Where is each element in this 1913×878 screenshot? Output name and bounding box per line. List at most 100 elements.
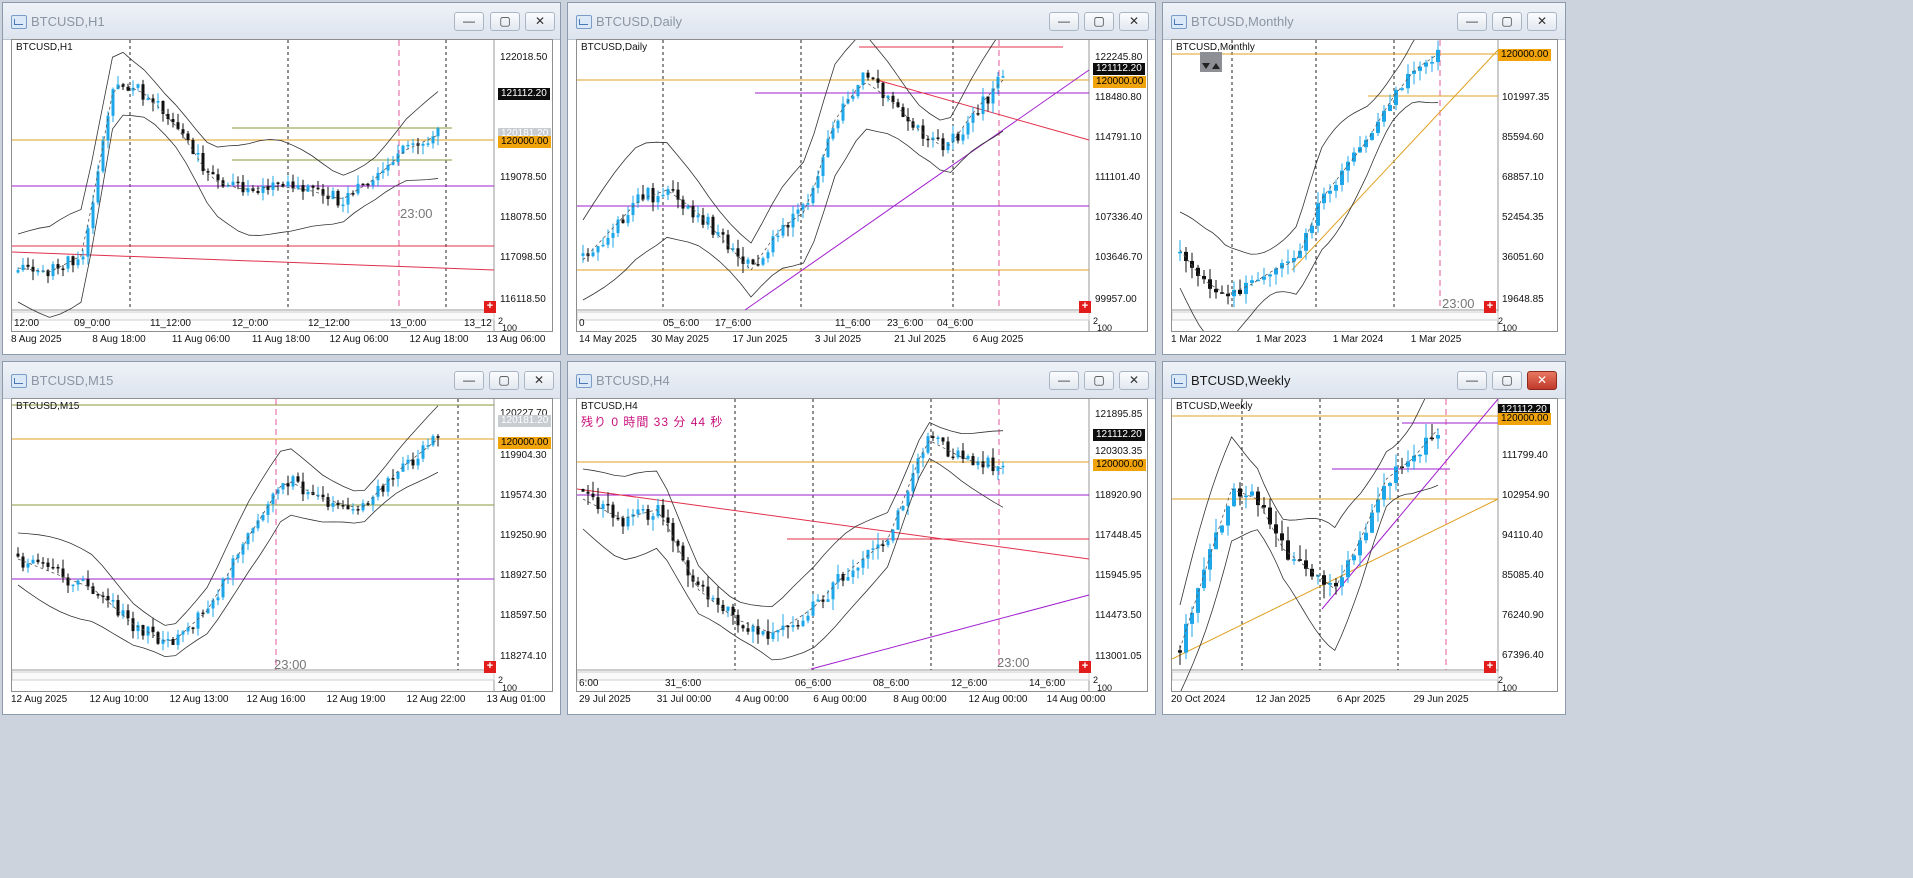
minimize-button[interactable]: —: [454, 371, 484, 390]
sell-arrow-icon[interactable]: [1202, 63, 1210, 69]
price-chart[interactable]: [577, 40, 1148, 332]
price-chart[interactable]: [12, 40, 553, 332]
close-button[interactable]: ✕: [525, 12, 555, 31]
candle-body: [1001, 76, 1005, 78]
close-button[interactable]: ✕: [1119, 12, 1149, 31]
price-chart[interactable]: [12, 399, 553, 692]
add-indicator-button[interactable]: +: [1484, 301, 1496, 313]
close-button[interactable]: ✕: [1527, 371, 1557, 390]
inner-time-label: 08_6:00: [873, 678, 910, 689]
add-indicator-button[interactable]: +: [1484, 661, 1496, 673]
candle-body: [666, 189, 670, 195]
maximize-button[interactable]: ▢: [1492, 12, 1522, 31]
candle-body: [711, 216, 715, 235]
minimize-button[interactable]: —: [1457, 12, 1487, 31]
maximize-button[interactable]: ▢: [490, 12, 520, 31]
candle-body: [1328, 190, 1332, 194]
candle-body: [16, 553, 20, 557]
candle-body: [421, 143, 425, 146]
window-titlebar[interactable]: BTCUSD,Daily — ▢ ✕: [568, 3, 1155, 40]
candle-body: [1292, 559, 1296, 561]
minimize-button[interactable]: —: [1457, 371, 1487, 390]
price-chart[interactable]: [1172, 40, 1558, 332]
chart-window-daily[interactable]: BTCUSD,Daily — ▢ ✕ BTCUSD,Daily + 122245…: [567, 2, 1156, 355]
buy-arrow-icon[interactable]: [1212, 63, 1220, 69]
add-indicator-button[interactable]: +: [1079, 661, 1091, 673]
chart-window-weekly[interactable]: BTCUSD,Weekly — ▢ ✕ BTCUSD,Weekly + 1211…: [1162, 361, 1566, 715]
trend-line: [12, 251, 495, 271]
minimize-button[interactable]: —: [1049, 12, 1079, 31]
window-titlebar[interactable]: BTCUSD,Weekly — ▢ ✕: [1163, 362, 1565, 399]
time-axis: 12 Aug 2025 12 Aug 10:00 12 Aug 13:00 12…: [11, 694, 553, 710]
add-indicator-button[interactable]: +: [1079, 301, 1091, 313]
chart-area[interactable]: BTCUSD,H1 23:00 + 121112.20 120181.20 12…: [11, 39, 553, 332]
moving-average-line: [1179, 428, 1439, 650]
chart-area[interactable]: BTCUSD,Monthly 23:00 + 120000.00 101997.…: [1171, 39, 1558, 332]
candle-body: [1268, 274, 1272, 277]
inner-time-label: 31_6:00: [665, 678, 702, 689]
candle-body: [821, 599, 825, 602]
chart-window-h4[interactable]: BTCUSD,H4 — ▢ ✕ BTCUSD,H4 残り 0 時間 33 分 4…: [567, 361, 1156, 715]
candle-body: [151, 626, 155, 633]
candle-body: [716, 232, 720, 235]
candle-body: [606, 503, 610, 506]
candle-body: [1250, 280, 1254, 283]
time-axis-label: 12 Aug 16:00: [246, 694, 306, 705]
session-time-watermark: 23:00: [274, 657, 307, 672]
price-axis-label: 117448.45: [1095, 530, 1142, 541]
chart-area[interactable]: BTCUSD,Weekly + 121112.20 120000.00 1117…: [1171, 398, 1558, 692]
price-chart[interactable]: [1172, 399, 1558, 692]
price-axis-label: 68857.10: [1502, 172, 1544, 183]
chart-window-icon: [1171, 15, 1187, 29]
chart-area[interactable]: BTCUSD,M15 23:00 + 120227.70 120181.20 1…: [11, 398, 553, 692]
candle-body: [431, 136, 435, 144]
maximize-button[interactable]: ▢: [1084, 371, 1114, 390]
maximize-button[interactable]: ▢: [489, 371, 519, 390]
candle-body: [771, 632, 775, 639]
candle-body: [411, 143, 415, 145]
window-titlebar[interactable]: BTCUSD,H4 — ▢ ✕: [568, 362, 1155, 399]
candle-body: [891, 95, 895, 103]
candle-body: [96, 171, 100, 203]
candle-body: [216, 174, 220, 181]
chart-window-monthly[interactable]: BTCUSD,Monthly — ▢ ✕ BTCUSD,Monthly 23:0…: [1162, 2, 1566, 355]
chart-area[interactable]: BTCUSD,H4 残り 0 時間 33 分 44 秒 23:00 + 1218…: [576, 398, 1148, 692]
level-price-tag: 120000.00: [498, 136, 552, 148]
minimize-button[interactable]: —: [454, 12, 484, 31]
candle-body: [1208, 279, 1212, 289]
window-titlebar[interactable]: BTCUSD,Monthly — ▢ ✕: [1163, 3, 1565, 40]
maximize-button[interactable]: ▢: [1084, 12, 1114, 31]
candle-body: [91, 586, 95, 594]
candle-body: [1436, 435, 1440, 439]
window-titlebar[interactable]: BTCUSD,M15 — ▢ ✕: [3, 362, 560, 399]
price-axis-label: 76240.90: [1502, 610, 1544, 621]
candle-body: [26, 563, 30, 568]
candle-body: [751, 626, 755, 632]
candle-body: [591, 252, 595, 257]
bollinger-lower-band: [1179, 101, 1439, 331]
chart-window-m15[interactable]: BTCUSD,M15 — ▢ ✕ BTCUSD,M15 23:00 + 1202…: [2, 361, 561, 715]
candle-body: [61, 268, 65, 271]
time-axis-label: 1 Mar 2024: [1332, 334, 1384, 345]
window-titlebar[interactable]: BTCUSD,H1 — ▢ ✕: [3, 3, 560, 40]
price-chart[interactable]: [577, 399, 1148, 692]
candle-body: [296, 185, 300, 189]
candle-body: [231, 181, 235, 186]
one-click-trading-panel[interactable]: [1200, 52, 1222, 72]
close-button[interactable]: ✕: [524, 371, 554, 390]
inner-time-label: 23_6:00: [887, 318, 924, 329]
candle-body: [196, 612, 200, 629]
close-button[interactable]: ✕: [1119, 371, 1149, 390]
maximize-button[interactable]: ▢: [1492, 371, 1522, 390]
candle-body: [936, 437, 940, 440]
candle-body: [871, 77, 875, 80]
add-indicator-button[interactable]: +: [484, 661, 496, 673]
add-indicator-button[interactable]: +: [484, 301, 496, 313]
chart-area[interactable]: BTCUSD,Daily + 122245.80 121112.20 12000…: [576, 39, 1148, 332]
close-button[interactable]: ✕: [1527, 12, 1557, 31]
candle-body: [921, 452, 925, 459]
chart-window-h1[interactable]: BTCUSD,H1 — ▢ ✕ BTCUSD,H1 23:00 + 121112…: [2, 2, 561, 355]
candle-body: [1208, 549, 1212, 570]
inner-time-label: 0: [579, 318, 585, 329]
minimize-button[interactable]: —: [1049, 371, 1079, 390]
